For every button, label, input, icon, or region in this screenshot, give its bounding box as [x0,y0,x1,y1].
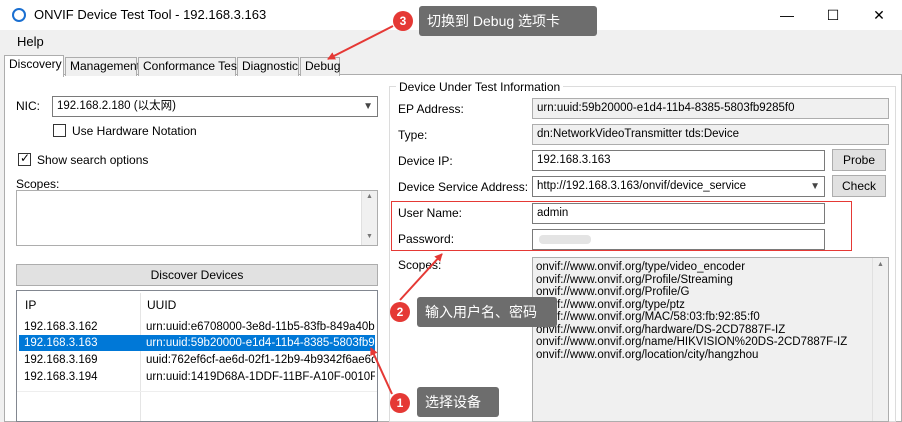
tab-discovery[interactable]: Discovery [4,55,64,77]
step-2-number: 2 [390,302,410,322]
arrow-to-selected-device [370,347,393,395]
arrow-to-debug-tab [327,25,394,60]
step-1-number: 1 [390,393,410,413]
annotation-arrows [327,25,443,395]
step-3-callout: 切换到 Debug 选项卡 [419,6,597,36]
step-2-callout: 输入用户名、密码 [417,297,557,327]
step-3-number: 3 [393,11,413,31]
step-1-callout: 选择设备 [417,387,499,417]
arrow-to-credentials [399,253,443,301]
